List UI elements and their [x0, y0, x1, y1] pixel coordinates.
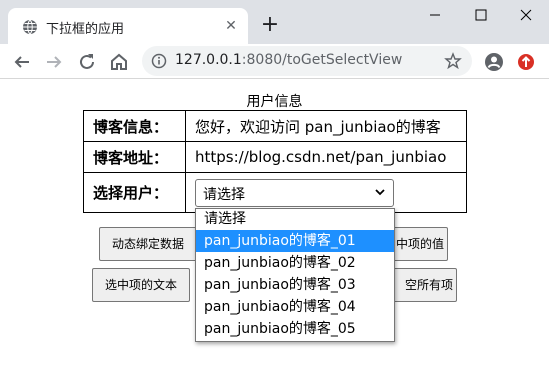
bind-data-button[interactable]: 动态绑定数据: [99, 227, 197, 261]
reload-icon[interactable]: [75, 50, 99, 74]
user-info-table: 博客信息： 您好，欢迎访问 pan_junbiao的博客 博客地址： https…: [83, 110, 467, 213]
blog-url-value: https://blog.csdn.net/pan_junbiao: [185, 141, 467, 173]
dropdown-option[interactable]: pan_junbiao的博客_02: [196, 252, 394, 274]
selected-value-button[interactable]: 中项的值: [388, 227, 448, 261]
user-select[interactable]: 请选择: [195, 178, 394, 207]
tab-title: 下拉框的应用: [46, 22, 125, 37]
selected-text-button[interactable]: 选中项的文本: [92, 268, 190, 302]
page-title: 用户信息: [246, 94, 303, 110]
clear-items-button[interactable]: 空所有项: [388, 268, 457, 302]
minimize-icon[interactable]: [412, 0, 458, 30]
browser-titlebar: 下拉框的应用 ✕ +: [0, 0, 549, 44]
forward-arrow-icon[interactable]: [42, 50, 66, 74]
select-user-cell: 请选择: [185, 172, 467, 213]
globe-icon: [23, 19, 37, 35]
blog-url-label: 博客地址：: [83, 141, 186, 173]
blog-info-label: 博客信息：: [83, 110, 186, 142]
page-content: 用户信息 博客信息： 您好，欢迎访问 pan_junbiao的博客 博客地址： …: [0, 80, 549, 380]
close-icon[interactable]: ✕: [222, 17, 240, 35]
chevron-down-icon: [375, 188, 385, 195]
home-icon[interactable]: [107, 50, 131, 74]
dropdown-option[interactable]: pan_junbiao的博客_04: [196, 296, 394, 318]
browser-tab[interactable]: 下拉框的应用 ✕: [8, 8, 248, 44]
update-icon[interactable]: [514, 50, 538, 74]
back-arrow-icon[interactable]: [10, 50, 34, 74]
window-close-icon[interactable]: [503, 0, 549, 30]
table-row: 选择用户： 请选择: [83, 172, 467, 213]
table-row: 博客地址： https://blog.csdn.net/pan_junbiao: [83, 141, 467, 173]
info-icon[interactable]: [151, 53, 167, 69]
url-text: 127.0.0.1:8080/toGetSelectView: [175, 52, 403, 68]
address-bar[interactable]: 127.0.0.1:8080/toGetSelectView: [142, 46, 472, 76]
user-select-value: 请选择: [203, 186, 245, 203]
dropdown-option[interactable]: pan_junbiao的博客_01: [196, 230, 394, 252]
star-icon[interactable]: [444, 52, 462, 70]
table-row: 博客信息： 您好，欢迎访问 pan_junbiao的博客: [83, 110, 467, 142]
dropdown-option[interactable]: pan_junbiao的博客_03: [196, 274, 394, 296]
profile-icon[interactable]: [482, 50, 506, 74]
browser-toolbar: 127.0.0.1:8080/toGetSelectView: [0, 44, 549, 79]
select-user-label: 选择用户：: [83, 172, 186, 213]
dropdown-option[interactable]: pan_junbiao的博客_05: [196, 318, 394, 340]
dropdown-option[interactable]: 请选择: [196, 209, 394, 230]
maximize-icon[interactable]: [458, 0, 504, 30]
user-select-dropdown: 请选择 pan_junbiao的博客_01 pan_junbiao的博客_02 …: [195, 208, 395, 342]
plus-icon[interactable]: +: [258, 13, 282, 37]
blog-info-value: 您好，欢迎访问 pan_junbiao的博客: [185, 110, 467, 142]
